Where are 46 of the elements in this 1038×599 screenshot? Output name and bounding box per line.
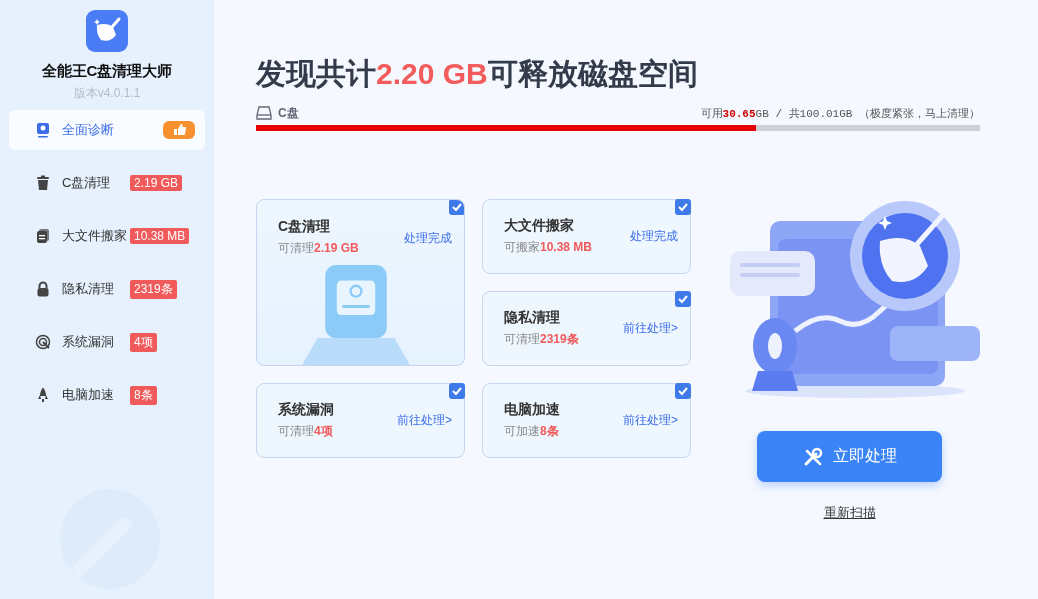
card-title: 电脑加速 [504,401,561,419]
count-badge: 2.19 GB [130,175,183,191]
drive-icon [256,106,272,120]
card-summary: 可加速8条 [504,423,560,440]
card-action-link[interactable]: 处理完成 [630,228,678,245]
card-summary: 可搬家10.38 MB [504,239,594,256]
trash-icon [35,175,51,191]
checkbox[interactable] [675,291,691,307]
card-action-link[interactable]: 前往处理> [623,412,678,429]
nav-item[interactable]: C盘清理 2.19 GB [9,163,205,203]
document-icon [35,228,51,244]
rescan-link[interactable]: 重新扫描 [823,504,876,522]
checkbox[interactable] [449,383,465,399]
tools-icon [802,446,823,467]
search-icon [35,122,51,138]
card-title: C盘清理 [278,218,332,236]
process-now-button[interactable]: 立即处理 [757,431,942,482]
card-summary: 可清理2319条 [504,331,580,348]
app-title: 全能王C盘清理大师 [41,62,173,81]
rocket-icon [35,387,51,403]
count-badge: 8条 [130,385,157,405]
card-action-link[interactable]: 处理完成 [404,230,452,247]
count-badge: 10.38 MB [130,228,190,244]
card-summary: 可清理4项 [278,423,334,440]
count-badge: 4项 [130,332,157,352]
card-title: 系统漏洞 [278,401,335,419]
card-title: 大文件搬家 [504,217,575,235]
nav-item[interactable]: 大文件搬家 10.38 MB [9,216,205,256]
lock-icon [35,281,51,297]
card-action-link[interactable]: 前往处理> [623,320,678,337]
headline: 发现共计2.20 GB可释放磁盘空间 [256,56,699,92]
nav-item[interactable]: 全面诊断 [9,110,205,150]
card-summary: 可清理2.19 GB [278,240,360,257]
count-badge: 2319条 [130,279,177,299]
checkbox[interactable] [675,199,691,215]
checkbox[interactable] [675,383,691,399]
nav-item[interactable]: 电脑加速 8条 [9,375,205,415]
card-action-link[interactable]: 前往处理> [397,412,452,429]
broom-app-logo [86,10,128,52]
card-title: 隐私清理 [504,309,561,327]
nav-item[interactable]: 隐私清理 2319条 [9,269,205,309]
radar-icon [35,334,51,350]
disk-space-text: 可用30.65GB / 共100.01GB （极度紧张，马上清理） [700,106,980,121]
checkbox[interactable] [449,200,464,215]
drive-label: C盘 [278,104,299,122]
nav-item[interactable]: 系统漏洞 4项 [9,322,205,362]
